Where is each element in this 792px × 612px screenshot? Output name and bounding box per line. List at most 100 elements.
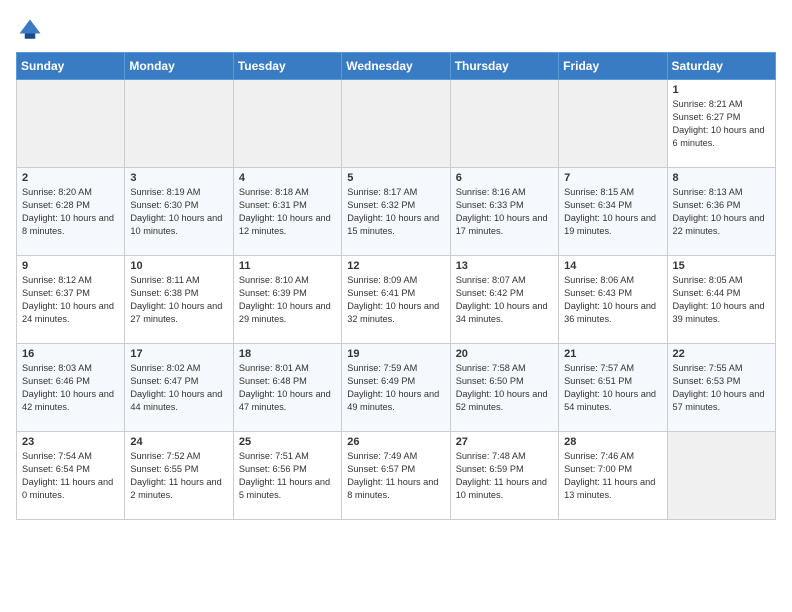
- day-info: Sunrise: 7:57 AM Sunset: 6:51 PM Dayligh…: [564, 362, 661, 414]
- day-number: 7: [564, 172, 661, 184]
- calendar-cell: 7 Sunrise: 8:15 AM Sunset: 6:34 PM Daylig…: [559, 168, 667, 256]
- day-number: 24: [130, 436, 227, 448]
- day-number: 3: [130, 172, 227, 184]
- day-number: 14: [564, 260, 661, 272]
- day-number: 18: [239, 348, 336, 360]
- calendar-cell: 8 Sunrise: 8:13 AM Sunset: 6:36 PM Daylig…: [667, 168, 775, 256]
- calendar-cell: 17 Sunrise: 8:02 AM Sunset: 6:47 PM Dayli…: [125, 344, 233, 432]
- day-info: Sunrise: 7:55 AM Sunset: 6:53 PM Dayligh…: [673, 362, 770, 414]
- weekday-header-saturday: Saturday: [667, 53, 775, 80]
- day-info: Sunrise: 8:12 AM Sunset: 6:37 PM Dayligh…: [22, 274, 119, 326]
- weekday-header-tuesday: Tuesday: [233, 53, 341, 80]
- day-info: Sunrise: 7:48 AM Sunset: 6:59 PM Dayligh…: [456, 450, 553, 502]
- day-number: 28: [564, 436, 661, 448]
- calendar-cell: [17, 80, 125, 168]
- calendar-week-2: 2 Sunrise: 8:20 AM Sunset: 6:28 PM Daylig…: [17, 168, 776, 256]
- day-number: 21: [564, 348, 661, 360]
- calendar-cell: 6 Sunrise: 8:16 AM Sunset: 6:33 PM Daylig…: [450, 168, 558, 256]
- day-number: 23: [22, 436, 119, 448]
- day-info: Sunrise: 8:11 AM Sunset: 6:38 PM Dayligh…: [130, 274, 227, 326]
- calendar-cell: 2 Sunrise: 8:20 AM Sunset: 6:28 PM Daylig…: [17, 168, 125, 256]
- day-info: Sunrise: 7:54 AM Sunset: 6:54 PM Dayligh…: [22, 450, 119, 502]
- day-info: Sunrise: 8:20 AM Sunset: 6:28 PM Dayligh…: [22, 186, 119, 238]
- calendar-cell: 14 Sunrise: 8:06 AM Sunset: 6:43 PM Dayli…: [559, 256, 667, 344]
- calendar-cell: [450, 80, 558, 168]
- day-number: 12: [347, 260, 444, 272]
- day-number: 9: [22, 260, 119, 272]
- logo-icon: [16, 16, 44, 44]
- weekday-header-thursday: Thursday: [450, 53, 558, 80]
- calendar-cell: 13Sunrise: 8:07 AM Sunset: 6:42 PM Dayli…: [450, 256, 558, 344]
- day-info: Sunrise: 8:18 AM Sunset: 6:31 PM Dayligh…: [239, 186, 336, 238]
- day-info: Sunrise: 8:02 AM Sunset: 6:47 PM Dayligh…: [130, 362, 227, 414]
- calendar-cell: [667, 432, 775, 520]
- calendar-cell: 5Sunrise: 8:17 AM Sunset: 6:32 PM Daylig…: [342, 168, 450, 256]
- day-info: Sunrise: 8:21 AM Sunset: 6:27 PM Dayligh…: [673, 98, 770, 150]
- weekday-header-monday: Monday: [125, 53, 233, 80]
- day-number: 16: [22, 348, 119, 360]
- day-number: 1: [673, 84, 770, 96]
- calendar-cell: 10 Sunrise: 8:11 AM Sunset: 6:38 PM Dayli…: [125, 256, 233, 344]
- day-info: Sunrise: 7:59 AM Sunset: 6:49 PM Dayligh…: [347, 362, 444, 414]
- day-info: Sunrise: 7:46 AM Sunset: 7:00 PM Dayligh…: [564, 450, 661, 502]
- calendar-cell: 28 Sunrise: 7:46 AM Sunset: 7:00 PM Dayli…: [559, 432, 667, 520]
- calendar-cell: 12 Sunrise: 8:09 AM Sunset: 6:41 PM Dayli…: [342, 256, 450, 344]
- day-info: Sunrise: 8:03 AM Sunset: 6:46 PM Dayligh…: [22, 362, 119, 414]
- calendar-cell: 15Sunrise: 8:05 AM Sunset: 6:44 PM Dayli…: [667, 256, 775, 344]
- day-number: 22: [673, 348, 770, 360]
- weekday-header-row: SundayMondayTuesdayWednesdayThursdayFrid…: [17, 53, 776, 80]
- calendar-cell: [342, 80, 450, 168]
- calendar-cell: 3 Sunrise: 8:19 AM Sunset: 6:30 PM Daylig…: [125, 168, 233, 256]
- calendar-cell: [559, 80, 667, 168]
- logo: [16, 16, 48, 44]
- calendar-cell: 9 Sunrise: 8:12 AM Sunset: 6:37 PM Daylig…: [17, 256, 125, 344]
- calendar-cell: 27 Sunrise: 7:48 AM Sunset: 6:59 PM Dayli…: [450, 432, 558, 520]
- calendar-cell: 4Sunrise: 8:18 AM Sunset: 6:31 PM Daylig…: [233, 168, 341, 256]
- day-info: Sunrise: 8:17 AM Sunset: 6:32 PM Dayligh…: [347, 186, 444, 238]
- weekday-header-wednesday: Wednesday: [342, 53, 450, 80]
- day-number: 11: [239, 260, 336, 272]
- day-number: 8: [673, 172, 770, 184]
- weekday-header-friday: Friday: [559, 53, 667, 80]
- calendar-cell: [125, 80, 233, 168]
- calendar-cell: 23 Sunrise: 7:54 AM Sunset: 6:54 PM Dayli…: [17, 432, 125, 520]
- day-number: 2: [22, 172, 119, 184]
- day-info: Sunrise: 8:05 AM Sunset: 6:44 PM Dayligh…: [673, 274, 770, 326]
- day-number: 26: [347, 436, 444, 448]
- calendar-cell: 1 Sunrise: 8:21 AM Sunset: 6:27 PM Daylig…: [667, 80, 775, 168]
- calendar-table: SundayMondayTuesdayWednesdayThursdayFrid…: [16, 52, 776, 520]
- calendar-cell: 25 Sunrise: 7:51 AM Sunset: 6:56 PM Dayli…: [233, 432, 341, 520]
- calendar-cell: 26 Sunrise: 7:49 AM Sunset: 6:57 PM Dayli…: [342, 432, 450, 520]
- day-info: Sunrise: 8:09 AM Sunset: 6:41 PM Dayligh…: [347, 274, 444, 326]
- day-number: 19: [347, 348, 444, 360]
- day-number: 27: [456, 436, 553, 448]
- day-info: Sunrise: 8:19 AM Sunset: 6:30 PM Dayligh…: [130, 186, 227, 238]
- calendar-cell: 24 Sunrise: 7:52 AM Sunset: 6:55 PM Dayli…: [125, 432, 233, 520]
- calendar-cell: 16 Sunrise: 8:03 AM Sunset: 6:46 PM Dayli…: [17, 344, 125, 432]
- day-number: 20: [456, 348, 553, 360]
- day-info: Sunrise: 8:16 AM Sunset: 6:33 PM Dayligh…: [456, 186, 553, 238]
- day-number: 25: [239, 436, 336, 448]
- day-number: 17: [130, 348, 227, 360]
- day-info: Sunrise: 8:15 AM Sunset: 6:34 PM Dayligh…: [564, 186, 661, 238]
- day-info: Sunrise: 7:51 AM Sunset: 6:56 PM Dayligh…: [239, 450, 336, 502]
- calendar-week-3: 9 Sunrise: 8:12 AM Sunset: 6:37 PM Daylig…: [17, 256, 776, 344]
- calendar-week-1: 1 Sunrise: 8:21 AM Sunset: 6:27 PM Daylig…: [17, 80, 776, 168]
- day-info: Sunrise: 8:10 AM Sunset: 6:39 PM Dayligh…: [239, 274, 336, 326]
- calendar-week-5: 23 Sunrise: 7:54 AM Sunset: 6:54 PM Dayli…: [17, 432, 776, 520]
- day-info: Sunrise: 7:49 AM Sunset: 6:57 PM Dayligh…: [347, 450, 444, 502]
- day-number: 13: [456, 260, 553, 272]
- day-info: Sunrise: 8:01 AM Sunset: 6:48 PM Dayligh…: [239, 362, 336, 414]
- day-info: Sunrise: 8:06 AM Sunset: 6:43 PM Dayligh…: [564, 274, 661, 326]
- weekday-header-sunday: Sunday: [17, 53, 125, 80]
- day-number: 10: [130, 260, 227, 272]
- calendar-cell: 18 Sunrise: 8:01 AM Sunset: 6:48 PM Dayli…: [233, 344, 341, 432]
- calendar-cell: 21 Sunrise: 7:57 AM Sunset: 6:51 PM Dayli…: [559, 344, 667, 432]
- day-info: Sunrise: 8:13 AM Sunset: 6:36 PM Dayligh…: [673, 186, 770, 238]
- day-info: Sunrise: 7:52 AM Sunset: 6:55 PM Dayligh…: [130, 450, 227, 502]
- day-number: 6: [456, 172, 553, 184]
- calendar-cell: 22 Sunrise: 7:55 AM Sunset: 6:53 PM Dayli…: [667, 344, 775, 432]
- day-info: Sunrise: 7:58 AM Sunset: 6:50 PM Dayligh…: [456, 362, 553, 414]
- calendar-cell: 19 Sunrise: 7:59 AM Sunset: 6:49 PM Dayli…: [342, 344, 450, 432]
- calendar-cell: 11 Sunrise: 8:10 AM Sunset: 6:39 PM Dayli…: [233, 256, 341, 344]
